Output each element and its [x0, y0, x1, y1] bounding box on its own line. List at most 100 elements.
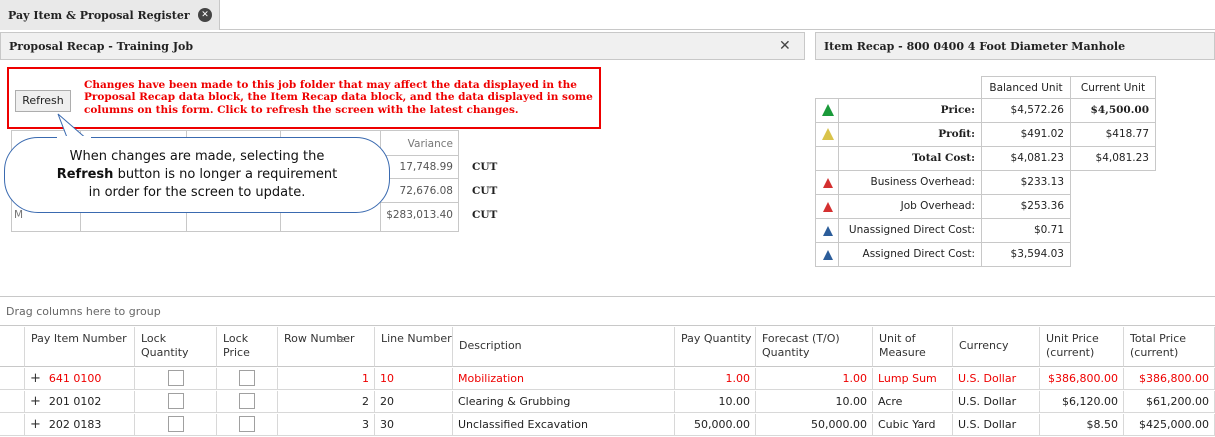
variance-value: 17,748.99	[380, 156, 459, 179]
callout-line3: in order for the screen to update.	[88, 185, 306, 200]
total-price: $425,000.00	[1124, 414, 1215, 436]
tab-close-icon[interactable]: ✕	[198, 8, 212, 22]
forecast-quantity[interactable]: 10.00	[756, 391, 873, 413]
cut-flag: CUT	[472, 161, 498, 173]
variance-value: $283,013.40	[386, 209, 453, 221]
pay-item-number[interactable]: +201 0102	[25, 391, 135, 413]
unit-of-measure[interactable]: Cubic Yard	[873, 414, 953, 436]
expand-icon[interactable]: +	[30, 371, 41, 386]
lock-price-checkbox[interactable]	[239, 393, 255, 409]
lock-price-checkbox[interactable]	[239, 370, 255, 386]
item-recap-icon-cell	[815, 218, 839, 243]
item-recap-icon-cell	[815, 98, 839, 123]
currency[interactable]: U.S. Dollar	[953, 368, 1040, 390]
column-header[interactable]: Forecast (T/O) Quantity	[756, 327, 873, 367]
item-recap-current-value: $4,081.23	[1070, 146, 1156, 171]
description[interactable]: Clearing & Grubbing	[453, 391, 675, 413]
line-number: 30	[375, 414, 453, 436]
lock-quantity-checkbox[interactable]	[167, 370, 184, 386]
tab-title: Pay Item & Proposal Register	[8, 9, 190, 22]
item-recap-label: Unassigned Direct Cost:	[838, 218, 982, 243]
unit-of-measure[interactable]: Lump Sum	[873, 368, 953, 390]
currency[interactable]: U.S. Dollar	[953, 391, 1040, 413]
pay-quantity[interactable]: 1.00	[675, 368, 756, 390]
current-unit-header: Current Unit	[1070, 76, 1156, 99]
column-header[interactable]: Row Number ≡	[278, 327, 375, 367]
tab-pay-item-register[interactable]: Pay Item & Proposal Register	[0, 0, 220, 30]
item-recap-icon-cell	[815, 146, 839, 171]
pay-quantity[interactable]: 10.00	[675, 391, 756, 413]
item-recap-balanced-value: $253.36	[981, 194, 1071, 219]
pay-quantity[interactable]: 50,000.00	[675, 414, 756, 436]
line-number: 20	[375, 391, 453, 413]
item-recap-icon-cell	[815, 170, 839, 195]
currency[interactable]: U.S. Dollar	[953, 414, 1040, 436]
close-icon[interactable]: ✕	[779, 38, 791, 54]
variance-header: Variance	[380, 133, 459, 156]
green-triangle-icon	[822, 104, 834, 116]
grid-indicator-header	[0, 327, 25, 367]
unit-price[interactable]: $8.50	[1040, 414, 1124, 436]
proposal-recap-title: Proposal Recap - Training Job	[9, 40, 194, 53]
item-recap-label: Profit:	[838, 122, 982, 147]
column-header[interactable]: Unit of Measure	[873, 327, 953, 367]
item-recap-balanced-value: $233.13	[981, 170, 1071, 195]
pay-item-number[interactable]: +641 0100	[25, 368, 135, 390]
blue-triangle-icon	[823, 250, 833, 260]
column-header[interactable]: Pay Quantity	[675, 327, 756, 367]
item-recap-balanced-value: $0.71	[981, 218, 1071, 243]
lock-quantity-cell	[135, 391, 217, 413]
balanced-unit-header: Balanced Unit	[981, 76, 1071, 99]
item-recap-icon-cell	[815, 122, 839, 147]
item-recap-label: Total Cost:	[838, 146, 982, 171]
column-header[interactable]: Description	[453, 327, 675, 367]
callout-joint	[57, 136, 91, 139]
description[interactable]: Unclassified Excavation	[453, 414, 675, 436]
sort-icon[interactable]: ≡	[336, 333, 345, 347]
pay-item-number[interactable]: +202 0183	[25, 414, 135, 436]
callout-line1: When changes are made, selecting the	[69, 149, 325, 164]
group-hint: Drag columns here to group	[6, 305, 161, 318]
unit-price[interactable]: $386,800.00	[1040, 368, 1124, 390]
lock-quantity-cell	[135, 414, 217, 436]
column-header[interactable]: Total Price (current)	[1124, 327, 1215, 367]
forecast-quantity[interactable]: 1.00	[756, 368, 873, 390]
item-recap-label: Price:	[838, 98, 982, 123]
pay-item-text: 202 0183	[48, 418, 102, 431]
lock-price-cell	[217, 391, 278, 413]
refresh-button[interactable]: Refresh	[15, 90, 71, 112]
callout-bold: Refresh	[56, 167, 114, 182]
lock-price-cell	[217, 368, 278, 390]
item-recap-icon-cell	[815, 194, 839, 219]
row-indicator	[0, 368, 25, 390]
column-header[interactable]: Pay Item Number	[25, 327, 135, 367]
lock-quantity-checkbox[interactable]	[167, 416, 184, 432]
column-header[interactable]: Currency	[953, 327, 1040, 367]
item-recap-label: Business Overhead:	[838, 170, 982, 195]
red-triangle-icon	[823, 178, 833, 188]
unit-of-measure[interactable]: Acre	[873, 391, 953, 413]
lock-quantity-cell	[135, 368, 217, 390]
callout-line2-text: button is no longer a requirement	[113, 167, 338, 182]
item-recap-balanced-value: $3,594.03	[981, 242, 1071, 267]
partial-label: M	[14, 209, 24, 221]
column-header[interactable]: Lock Price	[217, 327, 278, 367]
pay-item-text: 201 0102	[48, 395, 102, 408]
description[interactable]: Mobilization	[453, 368, 675, 390]
expand-icon[interactable]: +	[30, 394, 41, 409]
row-indicator	[0, 414, 25, 436]
unit-price[interactable]: $6,120.00	[1040, 391, 1124, 413]
proposal-recap-header: Proposal Recap - Training Job	[0, 32, 805, 60]
info-callout: When changes are made, selecting the Ref…	[4, 137, 390, 213]
group-drag-zone[interactable]: Drag columns here to group	[0, 296, 1215, 326]
column-header[interactable]: Unit Price (current)	[1040, 327, 1124, 367]
lock-price-checkbox[interactable]	[239, 416, 255, 432]
row-number: 3	[278, 414, 375, 436]
expand-icon[interactable]: +	[30, 417, 41, 432]
lock-quantity-checkbox[interactable]	[167, 393, 184, 409]
row-number: 1	[278, 368, 375, 390]
column-header[interactable]: Lock Quantity	[135, 327, 217, 367]
column-header[interactable]: Line Number	[375, 327, 453, 367]
forecast-quantity[interactable]: 50,000.00	[756, 414, 873, 436]
item-recap-current-value: $4,500.00	[1070, 98, 1156, 123]
